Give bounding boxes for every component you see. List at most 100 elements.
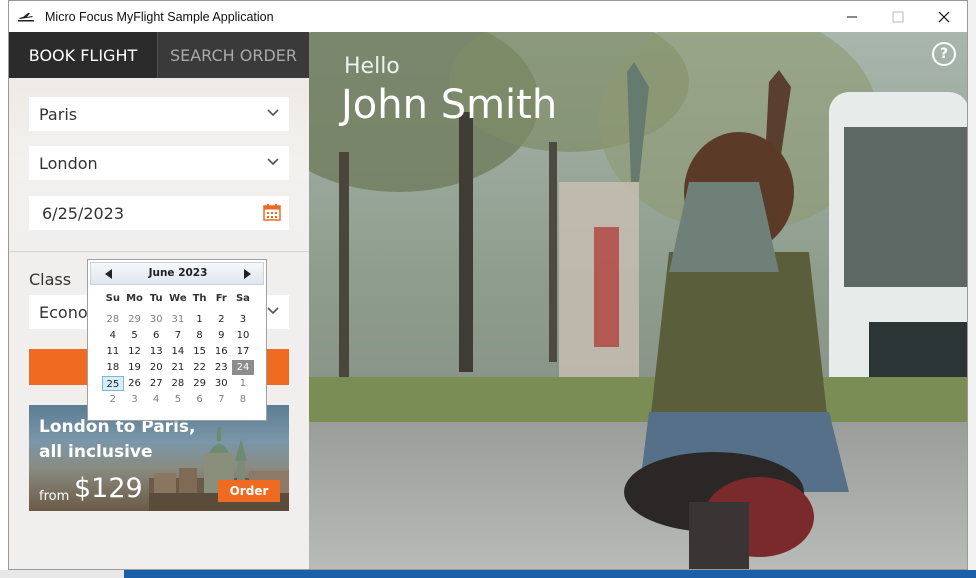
promo-title: London to Paris, all inclusive: [39, 417, 196, 462]
calendar-day[interactable]: 27: [145, 376, 167, 391]
calendar-day[interactable]: 1: [232, 376, 254, 391]
calendar-day-today[interactable]: 25: [102, 376, 124, 391]
calendar-days-grid: 28 29 30 31 1 2 3 4 5 6 7 8 9 10 11 12 1…: [102, 312, 254, 408]
calendar-day[interactable]: 7: [167, 328, 189, 343]
close-button[interactable]: [921, 1, 967, 32]
calendar-week-row: 28 29 30 31 1 2 3: [102, 312, 254, 328]
next-month-icon[interactable]: [243, 269, 251, 279]
minimize-button[interactable]: [829, 1, 875, 32]
order-button[interactable]: Order: [218, 480, 280, 502]
divider: [9, 251, 309, 252]
calendar-header: June 2023: [90, 262, 264, 285]
calendar-weekday-header: Su Mo Tu We Th Fr Sa: [102, 293, 254, 304]
calendar-day[interactable]: 30: [210, 376, 232, 391]
close-icon: [938, 11, 950, 22]
calendar-week-row: 11 12 13 14 15 16 17: [102, 344, 254, 360]
tab-bar: BOOK FLIGHT SEARCH ORDER: [9, 32, 309, 78]
from-city-value: Paris: [39, 104, 78, 124]
calendar-day[interactable]: 4: [145, 392, 167, 407]
calendar-day[interactable]: 17: [232, 344, 254, 359]
calendar-day[interactable]: 16: [210, 344, 232, 359]
taskbar: [0, 570, 976, 578]
calendar-popup: June 2023 Su Mo Tu We Th Fr Sa 28 29 30 …: [87, 259, 267, 421]
calendar-day[interactable]: 20: [145, 360, 167, 375]
desktop-background: [0, 0, 8, 578]
app-window: Micro Focus MyFlight Sample Application …: [8, 0, 968, 570]
weekday-label: Sa: [235, 293, 250, 304]
calendar-day[interactable]: 2: [210, 312, 232, 327]
taskbar-remnant: [0, 570, 124, 578]
calendar-day[interactable]: 7: [210, 392, 232, 407]
calendar-day[interactable]: 5: [167, 392, 189, 407]
calendar-day[interactable]: 23: [210, 360, 232, 375]
calendar-day[interactable]: 28: [102, 312, 124, 327]
desktop-background-right: [968, 0, 976, 578]
weekday-label: Fr: [215, 293, 227, 304]
tab-book-flight[interactable]: BOOK FLIGHT: [9, 32, 157, 78]
promo-from-label: from: [39, 489, 70, 504]
calendar-day[interactable]: 19: [124, 360, 146, 375]
weekday-label: Mo: [126, 293, 143, 304]
calendar-day[interactable]: 18: [102, 360, 124, 375]
minimize-icon: [847, 16, 857, 17]
calendar-day[interactable]: 9: [210, 328, 232, 343]
weekday-label: Su: [105, 293, 120, 304]
calendar-day[interactable]: 15: [189, 344, 211, 359]
calendar-day[interactable]: 12: [124, 344, 146, 359]
calendar-week-row: 25 26 27 28 29 30 1: [102, 376, 254, 392]
weekday-label: Tu: [149, 293, 163, 304]
weekday-label: Th: [192, 293, 207, 304]
chevron-down-icon: [267, 158, 279, 166]
calendar-day[interactable]: 5: [124, 328, 146, 343]
airplane-icon: [18, 12, 34, 21]
calendar-week-row: 18 19 20 21 22 23 24: [102, 360, 254, 376]
calendar-day[interactable]: 28: [167, 376, 189, 391]
calendar-day[interactable]: 6: [189, 392, 211, 407]
chevron-down-icon: [267, 307, 279, 315]
calendar-day[interactable]: 31: [167, 312, 189, 327]
question-mark-icon: ?: [939, 46, 949, 62]
calendar-day[interactable]: 2: [102, 392, 124, 407]
maximize-button[interactable]: [875, 1, 921, 32]
calendar-week-row: 2 3 4 5 6 7 8: [102, 392, 254, 408]
title-bar: Micro Focus MyFlight Sample Application: [9, 1, 967, 32]
calendar-day[interactable]: 30: [145, 312, 167, 327]
hero-banner: Hello John Smith ?: [309, 32, 967, 569]
calendar-day[interactable]: 29: [189, 376, 211, 391]
calendar-icon[interactable]: [263, 203, 281, 221]
class-value: Econor: [39, 302, 95, 322]
window-title: Micro Focus MyFlight Sample Application: [45, 9, 274, 24]
calendar-day[interactable]: 3: [232, 312, 254, 327]
calendar-day[interactable]: 26: [124, 376, 146, 391]
calendar-day[interactable]: 3: [124, 392, 146, 407]
weekday-label: We: [169, 293, 187, 304]
help-button[interactable]: ?: [932, 42, 956, 66]
calendar-day-selected[interactable]: 24: [232, 360, 254, 375]
calendar-day[interactable]: 29: [124, 312, 146, 327]
calendar-day[interactable]: 13: [145, 344, 167, 359]
calendar-day[interactable]: 22: [189, 360, 211, 375]
greeting-text: Hello: [344, 54, 400, 79]
date-picker-field[interactable]: 6/25/2023: [29, 196, 289, 230]
date-value: 6/25/2023: [42, 203, 125, 223]
chevron-down-icon: [267, 109, 279, 117]
calendar-day[interactable]: 14: [167, 344, 189, 359]
calendar-day[interactable]: 10: [232, 328, 254, 343]
from-city-select[interactable]: Paris: [29, 97, 289, 131]
calendar-month-title[interactable]: June 2023: [91, 267, 265, 279]
calendar-day[interactable]: 21: [167, 360, 189, 375]
to-city-value: London: [39, 153, 98, 173]
tab-search-order[interactable]: SEARCH ORDER: [157, 32, 309, 78]
to-city-select[interactable]: London: [29, 146, 289, 180]
calendar-day[interactable]: 11: [102, 344, 124, 359]
class-label: Class: [29, 270, 72, 289]
calendar-week-row: 4 5 6 7 8 9 10: [102, 328, 254, 344]
calendar-day[interactable]: 1: [189, 312, 211, 327]
maximize-icon: [892, 11, 904, 22]
promo-price: $129: [74, 473, 143, 504]
calendar-day[interactable]: 8: [232, 392, 254, 407]
calendar-day[interactable]: 8: [189, 328, 211, 343]
calendar-day[interactable]: 6: [145, 328, 167, 343]
calendar-day[interactable]: 4: [102, 328, 124, 343]
user-name: John Smith: [341, 82, 558, 128]
